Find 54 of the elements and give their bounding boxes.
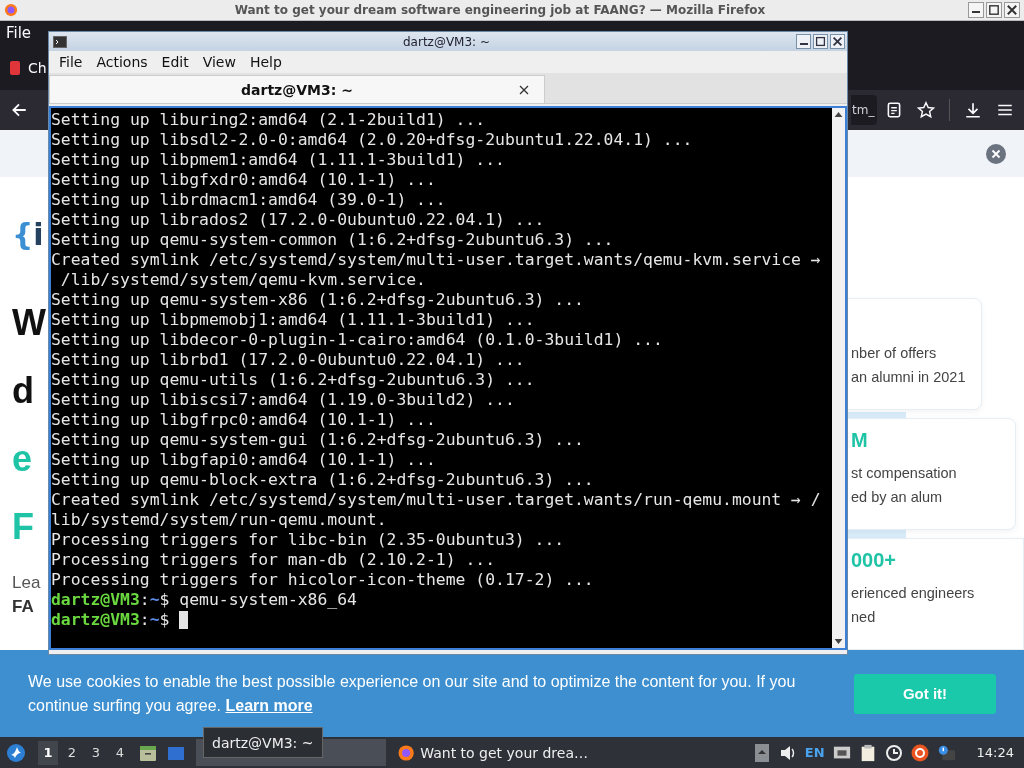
output-line: Setting up librdmacm1:amd64 (39.0-1) ... <box>51 190 447 210</box>
stat-description: ed by an alum <box>851 488 944 507</box>
logo-brace: { <box>12 217 34 252</box>
tooltip: dartz@VM3: ~ <box>203 727 323 758</box>
output-line: /lib/systemd/system/qemu-kvm.service. <box>59 270 427 290</box>
stat-description: erienced engineers <box>851 584 976 603</box>
prompt-symbol: $ <box>159 590 170 610</box>
output-line: lib/systemd/system/run-qemu.mount. <box>51 510 388 530</box>
output-line: Setting up libpmemobj1:amd64 (1.11.1-3build1) ... <box>51 310 536 330</box>
clock: 14:24 <box>976 745 1014 760</box>
output-line: Created symlink /etc/systemd/system/multi-user.target.wants/qemu-kvm.service → <box>51 250 822 270</box>
window-title: Want to get your dream software engineering job at FAANG? — Mozilla Firefox <box>233 3 767 17</box>
lead-text: Lea <box>12 573 42 593</box>
cookie-message: We use cookies to enable the best possible experience on our site and to optimize the content for you. If you continue surfing you agree. Learn more <box>28 671 797 716</box>
stat-figure: M <box>851 429 869 453</box>
output-line: Setting up qemu-system-common (1:6.2+dfsg-2ubuntu6.3) ... <box>51 230 615 250</box>
stat-description: ned <box>851 608 877 627</box>
stat-description: an alumni in 2021 <box>851 368 967 387</box>
stat-figure: 000+ <box>851 549 898 573</box>
output-line: Setting up qemu-block-extra (1:6.2+dfsg-2ubuntu6.3) ... <box>51 470 595 490</box>
output-line: Processing triggers for libc-bin (2.35-0ubuntu3) ... <box>51 530 566 550</box>
logo-text: i <box>33 217 44 252</box>
output-line: Setting up qemu-utils (1:6.2+dfsg-2ubuntu6.3) ... <box>51 370 536 390</box>
output-line: Setting up libsdl2-2.0-0:amd64 (2.0.20+dfsg-2ubuntu1.22.04.1) ... <box>51 130 694 150</box>
output-line: Processing triggers for man-db (2.10.2-1) ... <box>51 550 497 570</box>
output-line: Setting up qemu-system-x86 (1:6.2+dfsg-2ubuntu6.3) ... <box>51 290 585 310</box>
output-line: Setting up libgfxdr0:amd64 (10.1-1) ... <box>51 170 437 190</box>
window-title: dartz@VM3: ~ <box>402 34 491 49</box>
output-line: Setting up libpmem1:amd64 (1.11.1-3build1) ... <box>51 150 506 170</box>
prompt-path: ~ <box>149 610 160 630</box>
prompt-symbol: $ <box>159 610 170 630</box>
output-line: Setting up libgfrpc0:amd64 (10.1-1) ... <box>51 410 437 430</box>
headline-text: e <box>12 437 34 481</box>
output-line: Created symlink /etc/systemd/system/multi-user.target.wants/run-qemu.mount → / <box>51 490 822 510</box>
output-line: Setting up librbd1 (17.2.0-0ubuntu0.22.04.1) ... <box>51 350 526 370</box>
headline-text: F <box>12 505 35 549</box>
stat-description: st compensation <box>851 464 958 483</box>
output-line: Setting up libgfapi0:amd64 (10.1-1) ... <box>51 450 437 470</box>
output-line: Setting up librados2 (17.2.0-0ubuntu0.22.04.1) ... <box>51 210 546 230</box>
prompt-path: ~ <box>149 590 160 610</box>
prompt-separator: : <box>139 610 150 630</box>
lead-text: FA <box>12 597 35 617</box>
output-line: Processing triggers for hicolor-icon-theme (0.17-2) ... <box>51 570 595 590</box>
output-line: Setting up libiscsi7:amd64 (1.19.0-3build2) ... <box>51 390 516 410</box>
headline-text: W <box>12 301 46 345</box>
command-text: qemu-system-x86_64 <box>179 590 357 610</box>
prompt-user: dartz@VM3 <box>51 590 140 610</box>
prompt-user: dartz@VM3 <box>51 610 140 630</box>
prompt-separator: : <box>139 590 150 610</box>
stat-description: nber of offers <box>851 344 938 363</box>
output-line: Setting up qemu-system-gui (1:6.2+dfsg-2ubuntu6.3) ... <box>51 430 585 450</box>
output-line: Setting up libdecor-0-plugin-1-cairo:amd64 (0.1.0-3build1) ... <box>51 330 664 350</box>
headline-text: d <box>12 369 35 413</box>
output-line: Setting up liburing2:amd64 (2.1-2build1) ... <box>51 110 487 130</box>
